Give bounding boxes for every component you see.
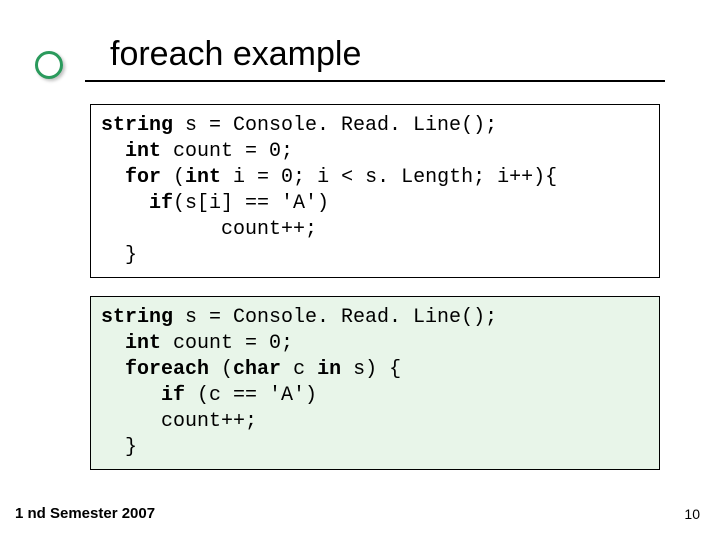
code-box-foreach: string s = Console. Read. Line(); int co…	[90, 296, 660, 470]
code-text: count++;	[101, 410, 257, 433]
code-text: s) {	[341, 358, 401, 381]
kw-if: if	[101, 192, 173, 215]
code-text: c	[281, 358, 317, 381]
kw-string: string	[101, 306, 173, 329]
code-text: s = Console. Read. Line();	[173, 114, 497, 137]
kw-foreach: foreach	[101, 358, 209, 381]
kw-int: int	[101, 140, 161, 163]
kw-int: int	[185, 166, 221, 189]
code-text: s = Console. Read. Line();	[173, 306, 497, 329]
code-text: (s[i] == 'A')	[173, 192, 329, 215]
page-number: 10	[684, 506, 700, 522]
bullet-icon	[35, 51, 63, 79]
code-text: }	[101, 244, 137, 267]
code-text: (	[161, 166, 185, 189]
code-text: count = 0;	[161, 332, 293, 355]
kw-if: if	[101, 384, 185, 407]
kw-char: char	[233, 358, 281, 381]
code-box-for: string s = Console. Read. Line(); int co…	[90, 104, 660, 278]
code-text: (c == 'A')	[185, 384, 317, 407]
kw-int: int	[101, 332, 161, 355]
kw-for: for	[101, 166, 161, 189]
slide: foreach example string s = Console. Read…	[0, 0, 720, 540]
slide-title: foreach example	[110, 35, 670, 74]
code-text: count = 0;	[161, 140, 293, 163]
code-text: count++;	[101, 218, 317, 241]
code-text: }	[101, 436, 137, 459]
title-underline	[85, 80, 665, 82]
kw-string: string	[101, 114, 173, 137]
code-text: i = 0; i < s. Length; i++){	[221, 166, 557, 189]
kw-in: in	[317, 358, 341, 381]
code-text: (	[209, 358, 233, 381]
footer-left: 1 nd Semester 2007	[15, 505, 155, 522]
